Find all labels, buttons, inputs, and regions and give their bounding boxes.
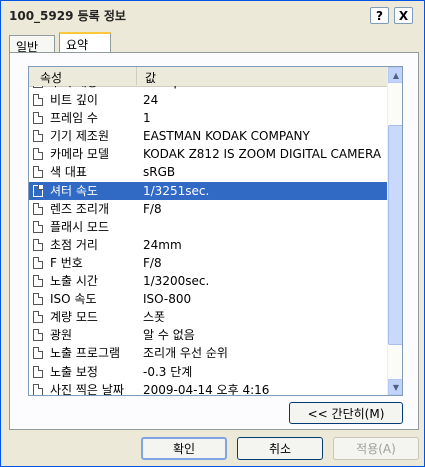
property-name: ISO 속도 — [50, 292, 97, 307]
document-icon — [33, 329, 43, 342]
scroll-thumb[interactable] — [388, 125, 402, 345]
properties-list[interactable]: 속성 값 수직 해상도480dpi비트 깊이24프레임 수1기기 제조원EAST… — [28, 66, 403, 396]
document-icon — [33, 275, 43, 288]
property-value: F/8 — [143, 255, 162, 270]
title-bar: 100_5929 등록 정보 ? X — [1, 1, 424, 30]
property-value: 24mm — [143, 237, 182, 252]
property-name: 노출 시간 — [50, 274, 98, 289]
tab-summary[interactable]: 요약 — [59, 32, 111, 52]
down-arrow-icon: ▼ — [392, 382, 400, 392]
document-icon — [33, 238, 43, 251]
list-item[interactable]: 기기 제조원 EASTMAN KODAK COMPANY — [29, 127, 387, 145]
list-item[interactable]: 셔터 속도 1/3251sec. — [29, 181, 387, 200]
property-value: 1/3200sec. — [143, 274, 210, 289]
close-button[interactable]: X — [394, 7, 413, 24]
scroll-down-button[interactable]: ▼ — [388, 379, 402, 395]
list-item[interactable]: ISO 속도 ISO-800 — [29, 290, 387, 308]
property-name: F 번호 — [50, 255, 83, 270]
list-item[interactable]: 플래시 모드 — [29, 218, 387, 236]
property-value: 1 — [143, 111, 151, 126]
up-arrow-icon: ▲ — [392, 70, 400, 80]
property-name: 색 대표 — [50, 165, 87, 180]
document-icon — [33, 293, 43, 306]
property-name: 셔터 속도 — [50, 183, 98, 198]
cancel-button[interactable]: 취소 — [237, 437, 323, 460]
help-icon: ? — [376, 8, 383, 23]
property-name: 노출 보정 — [50, 364, 98, 379]
property-value: 2009-04-14 오후 4:16 — [143, 382, 270, 395]
property-value: ISO-800 — [143, 292, 192, 307]
document-icon — [33, 94, 43, 107]
property-name: 계량 모드 — [50, 310, 98, 325]
property-name: 기기 제조원 — [50, 129, 110, 144]
document-icon — [33, 383, 43, 395]
apply-button[interactable]: 적용(A) — [333, 437, 419, 460]
ok-button[interactable]: 확인 — [141, 437, 227, 460]
property-value: F/8 — [143, 201, 162, 216]
document-icon — [33, 256, 43, 269]
property-value: 알 수 없음 — [143, 328, 195, 343]
properties-dialog: 100_5929 등록 정보 ? X 일반 요약 속성 값 수직 해상도480d… — [0, 0, 425, 467]
scroll-up-button[interactable]: ▲ — [388, 67, 402, 83]
list-item[interactable]: 노출 시간 1/3200sec. — [29, 272, 387, 290]
property-value: -0.3 단계 — [143, 364, 193, 379]
list-item[interactable]: 계량 모드 스폿 — [29, 308, 387, 326]
list-item[interactable]: 노출 보정 -0.3 단계 — [29, 363, 387, 381]
list-item[interactable]: 노출 프로그램 조리개 우선 순위 — [29, 344, 387, 362]
property-name: 렌즈 조리개 — [50, 201, 110, 216]
tab-general[interactable]: 일반 — [9, 35, 55, 54]
property-name: 초점 거리 — [50, 237, 98, 252]
list-header: 속성 값 — [29, 67, 387, 87]
property-value: 스폿 — [143, 310, 166, 325]
property-value: 24 — [143, 93, 159, 108]
list-item[interactable]: 광원 알 수 없음 — [29, 326, 387, 344]
help-button[interactable]: ? — [370, 7, 389, 24]
document-icon — [33, 112, 43, 125]
property-value: 1/3251sec. — [143, 183, 210, 198]
document-icon — [33, 220, 43, 233]
list-item[interactable]: 비트 깊이 24 — [29, 91, 387, 109]
document-icon — [33, 347, 43, 360]
document-icon — [33, 148, 43, 161]
property-value: KODAK Z812 IS ZOOM DIGITAL CAMERA — [143, 147, 382, 162]
list-item[interactable]: 초점 거리 24mm — [29, 236, 387, 254]
document-icon — [33, 311, 43, 324]
window-title: 100_5929 등록 정보 — [9, 9, 126, 23]
property-name: 카메라 모델 — [50, 147, 110, 162]
property-name: 프레임 수 — [50, 111, 98, 126]
property-name: 플래시 모드 — [50, 219, 110, 234]
simple-view-button[interactable]: << 간단히(M) — [289, 402, 403, 424]
document-icon — [33, 365, 43, 378]
list-item[interactable]: F 번호 F/8 — [29, 254, 387, 272]
list-item[interactable]: 카메라 모델 KODAK Z812 IS ZOOM DIGITAL CAMERA — [29, 145, 387, 163]
property-name: 사진 찍은 날짜 — [50, 382, 124, 395]
close-icon: X — [398, 8, 409, 23]
property-value: EASTMAN KODAK COMPANY — [143, 129, 310, 144]
property-name: 노출 프로그램 — [50, 346, 121, 361]
document-icon — [33, 202, 43, 215]
list-item[interactable]: 렌즈 조리개 F/8 — [29, 200, 387, 218]
property-name: 광원 — [50, 328, 73, 343]
document-icon — [33, 86, 43, 88]
property-value: sRGB — [143, 165, 176, 180]
list-rows-inner: 수직 해상도480dpi비트 깊이24프레임 수1기기 제조원EASTMAN K… — [29, 86, 387, 395]
property-name: 비트 깊이 — [50, 93, 98, 108]
list-rows: 수직 해상도480dpi비트 깊이24프레임 수1기기 제조원EASTMAN K… — [29, 86, 387, 395]
list-item[interactable]: 색 대표 sRGB — [29, 163, 387, 181]
document-icon — [33, 184, 43, 197]
vertical-scrollbar[interactable]: ▲ ▼ — [387, 67, 402, 395]
document-icon — [33, 166, 43, 179]
list-item[interactable]: 사진 찍은 날짜 2009-04-14 오후 4:16 — [29, 381, 387, 395]
document-icon — [33, 130, 43, 143]
column-header-property[interactable]: 속성 — [29, 67, 137, 85]
list-item[interactable]: 프레임 수 1 — [29, 109, 387, 127]
property-value: 조리개 우선 순위 — [143, 346, 228, 361]
